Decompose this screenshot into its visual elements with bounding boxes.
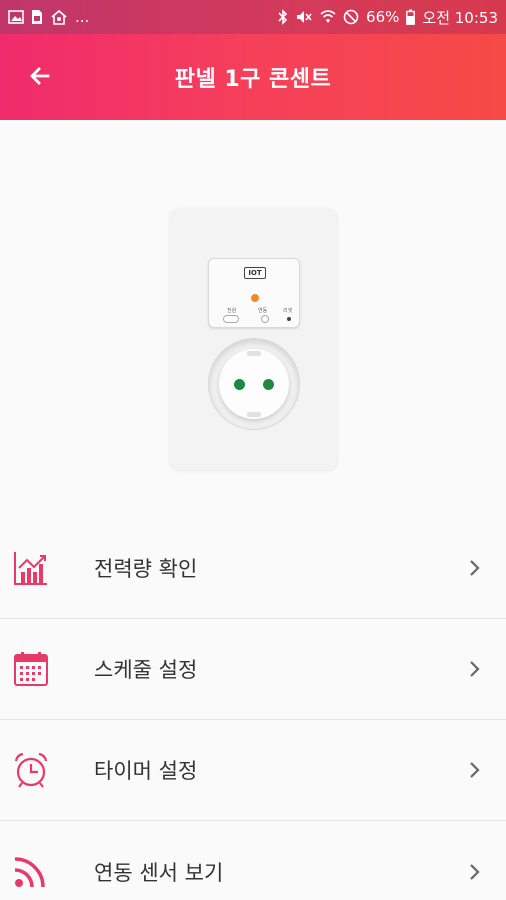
ground-clip-top (247, 351, 261, 356)
socket-hole-left (234, 379, 245, 390)
back-button[interactable] (22, 58, 58, 94)
calendar-icon (14, 652, 48, 686)
dnd-icon (343, 9, 359, 25)
wifi-icon (320, 9, 336, 25)
link-button-label: 연동 (258, 308, 268, 314)
power-button (223, 315, 239, 323)
chevron-right-icon (470, 661, 480, 677)
menu-item-label: 타이머 설정 (94, 759, 198, 783)
sim-icon (31, 9, 43, 25)
battery-percent: 66% (366, 8, 400, 26)
link-button (261, 315, 269, 323)
page-title: 판넬 1구 콘센트 (174, 67, 332, 92)
socket (208, 338, 300, 430)
iot-module: IOT 전원 연동 리셋 (208, 258, 300, 328)
status-bar: ... 66% 오전 10:53 (0, 0, 506, 34)
status-led (251, 294, 259, 302)
status-left: ... (8, 8, 89, 26)
module-buttons: 전원 연동 리셋 (223, 307, 297, 325)
reset-button (287, 317, 291, 321)
menu-item-label: 연동 센서 보기 (94, 860, 224, 885)
chevron-right-icon (470, 863, 480, 880)
menu-item-linked-sensors[interactable]: 연동 센서 보기 (0, 821, 506, 900)
signal-icon (14, 857, 45, 888)
clock: 오전 10:53 (422, 8, 498, 27)
power-button-label: 전원 (227, 308, 237, 314)
chevron-right-icon (470, 560, 480, 576)
chevron-right-icon (470, 762, 480, 778)
app-bar: 판넬 1구 콘센트 (0, 34, 506, 120)
outlet-plate: IOT 전원 연동 리셋 (169, 208, 338, 470)
mute-icon (295, 9, 313, 25)
ground-clip-bottom (247, 412, 261, 417)
socket-hole-right (263, 379, 274, 390)
battery-icon (406, 9, 416, 25)
overflow-indicator: ... (75, 8, 90, 26)
menu-item-label: 스케줄 설정 (94, 658, 198, 682)
alarm-clock-icon (14, 752, 48, 788)
menu-item-power-usage[interactable]: 전력량 확인 (0, 518, 506, 619)
iot-badge: IOT (244, 267, 266, 279)
menu-item-timer[interactable]: 타이머 설정 (0, 720, 506, 821)
home-icon (50, 9, 68, 25)
socket-face (219, 349, 289, 419)
chart-icon (14, 552, 47, 585)
status-right: 66% 오전 10:53 (278, 7, 498, 28)
device-image: IOT 전원 연동 리셋 (0, 120, 506, 520)
menu-list: 전력량 확인 스케줄 설정 타이머 설정 연동 센서 보기 (0, 518, 506, 900)
bluetooth-icon (278, 9, 288, 25)
reset-button-label: 리셋 (283, 308, 293, 314)
menu-item-label: 전력량 확인 (94, 557, 198, 581)
arrow-left-icon (30, 67, 50, 85)
menu-item-schedule[interactable]: 스케줄 설정 (0, 619, 506, 720)
image-icon (8, 10, 24, 24)
